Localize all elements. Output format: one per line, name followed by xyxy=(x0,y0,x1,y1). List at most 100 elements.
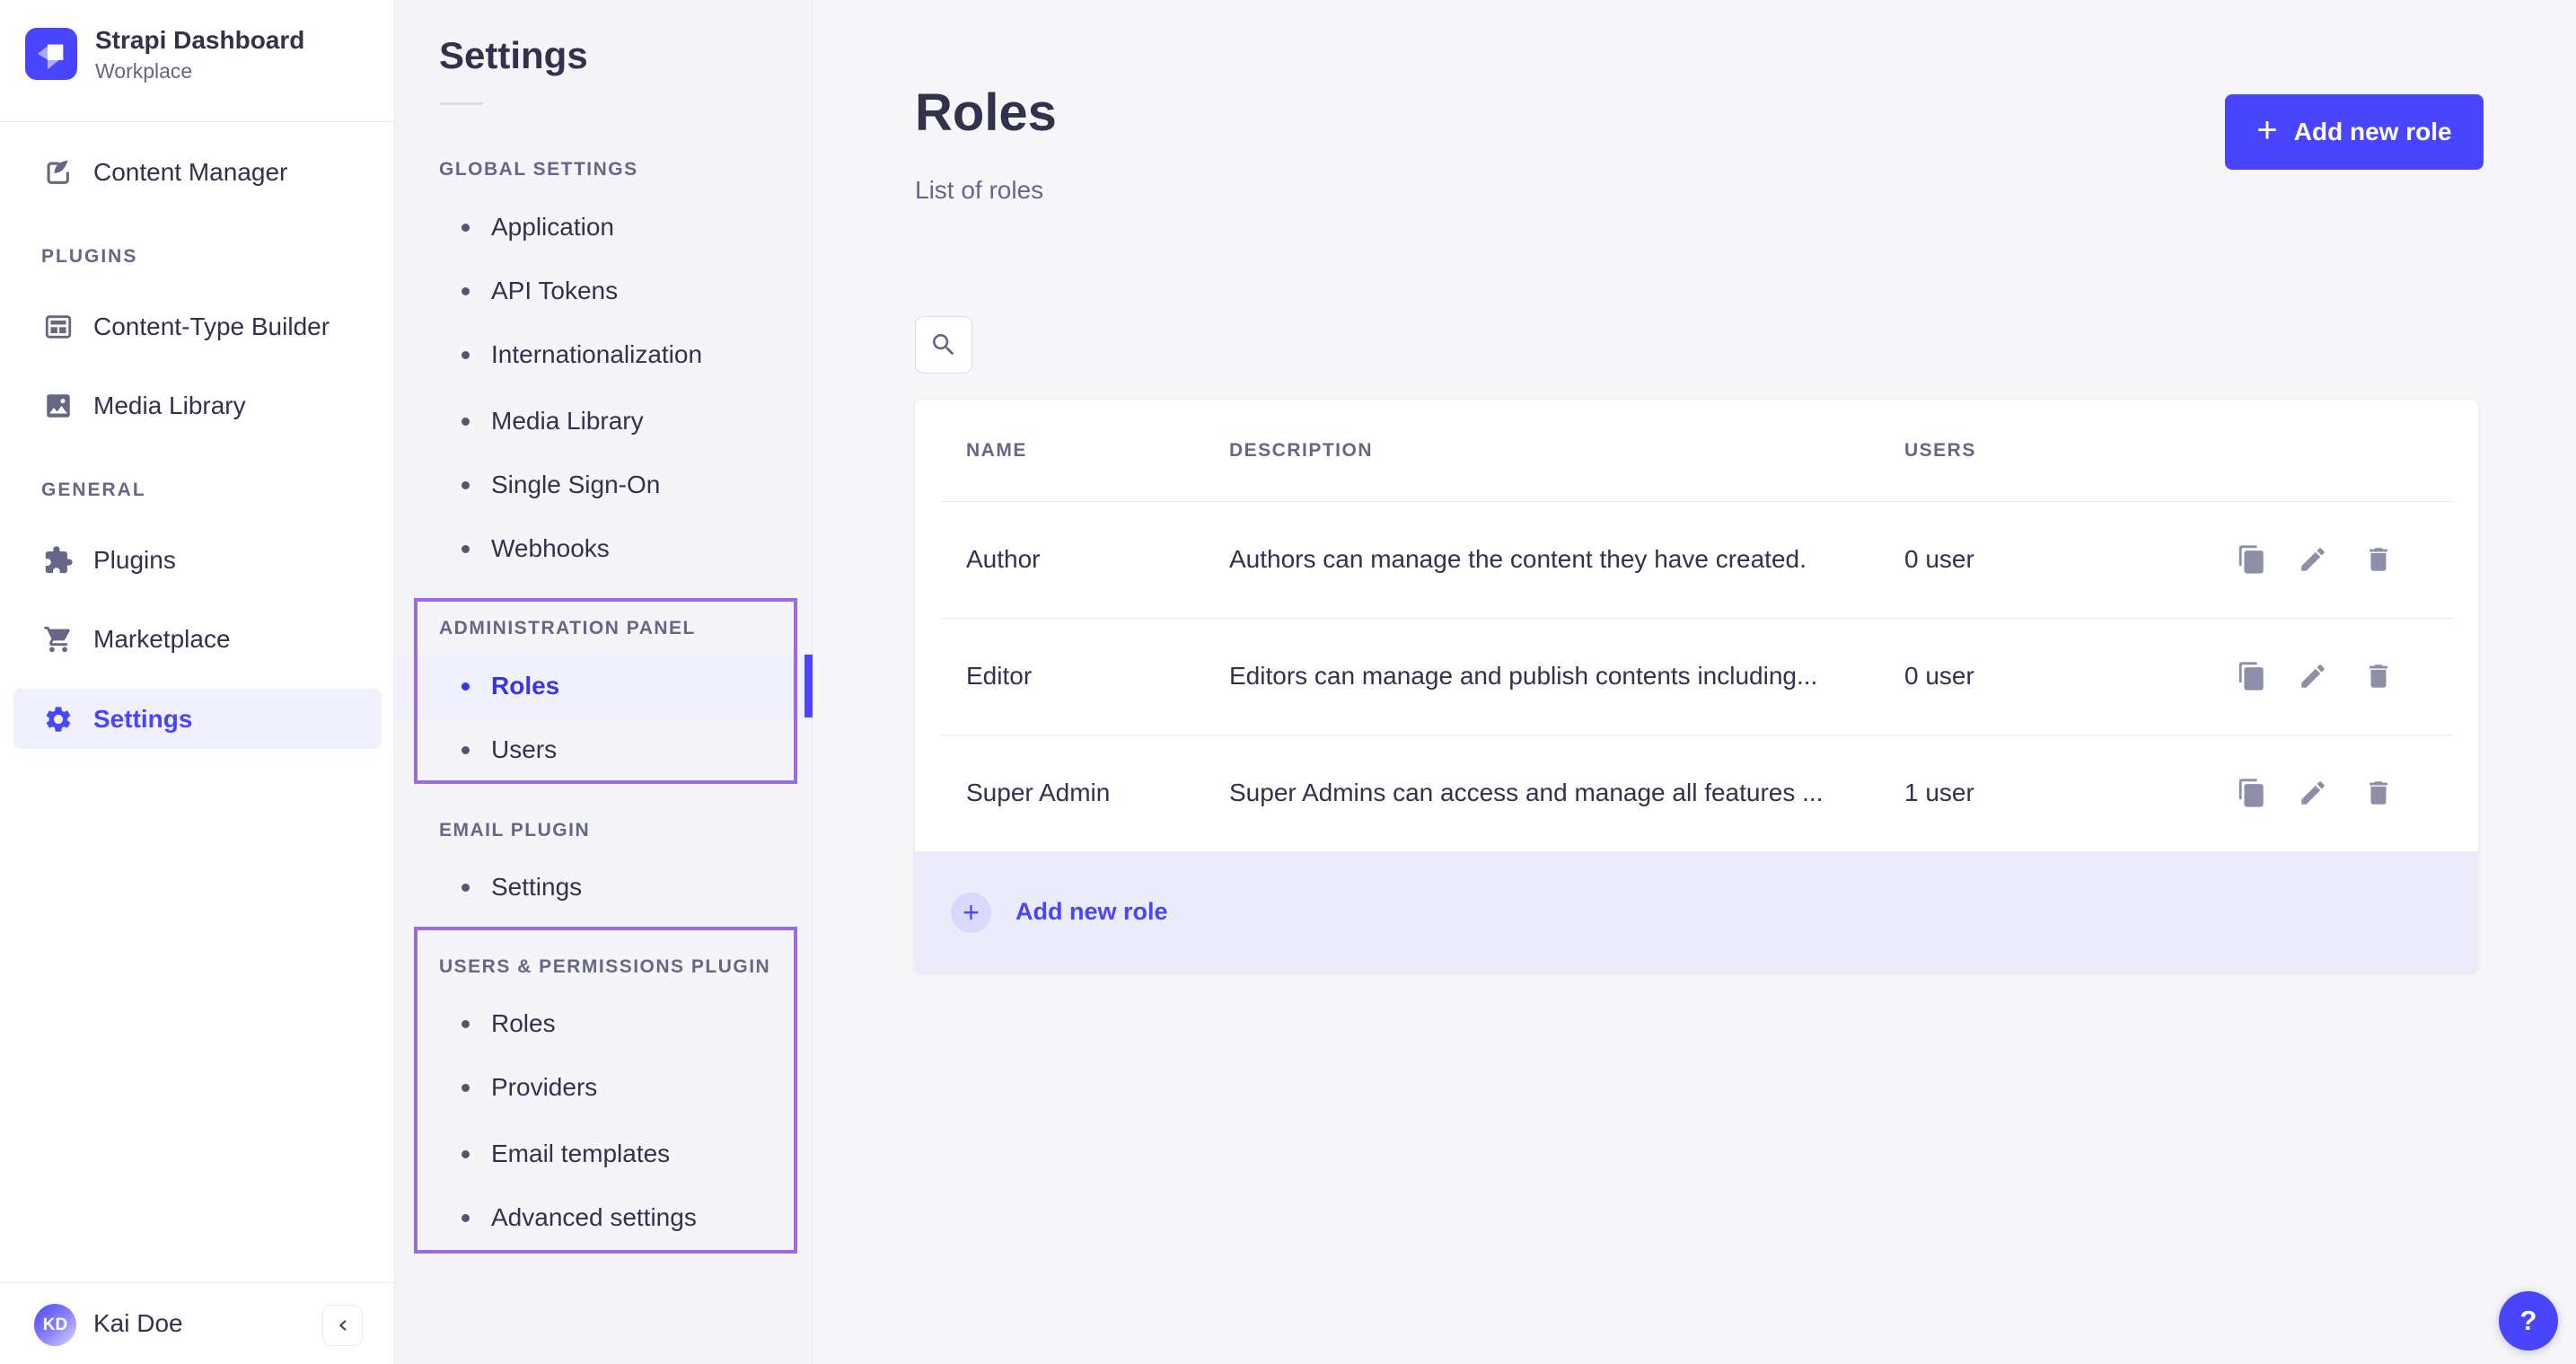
table-row[interactable]: Super Admin Super Admins can access and … xyxy=(915,735,2478,851)
role-users-cell: 1 user xyxy=(1904,779,1974,807)
sidebar-item-marketplace[interactable]: Marketplace xyxy=(0,609,395,670)
strapi-logo-icon xyxy=(25,28,77,80)
role-name-cell: Editor xyxy=(966,662,1032,691)
table-footer-add-role[interactable]: + Add new role xyxy=(915,851,2478,972)
role-description-cell: Authors can manage the content they have… xyxy=(1229,545,1807,574)
duplicate-icon[interactable] xyxy=(2237,778,2267,808)
subnav-item-admin-users[interactable]: Users xyxy=(396,730,813,770)
bullet-icon xyxy=(462,1214,470,1222)
sidebar-section-general-label: GENERAL xyxy=(41,480,146,501)
duplicate-icon[interactable] xyxy=(2237,544,2267,575)
sidebar-item-label: Settings xyxy=(93,705,192,734)
user-name: Kai Doe xyxy=(93,1283,183,1364)
sidebar-item-content-type-builder[interactable]: Content-Type Builder xyxy=(0,296,395,357)
media-library-icon xyxy=(43,391,74,421)
subnav-item-webhooks[interactable]: Webhooks xyxy=(396,529,813,568)
main-content: Roles List of roles + Add new role NAME … xyxy=(813,0,2576,1364)
add-new-role-button-label: Add new role xyxy=(2294,118,2452,146)
bullet-icon xyxy=(462,545,470,553)
avatar: KD xyxy=(34,1304,76,1346)
bullet-icon xyxy=(462,287,470,295)
page-subtitle: List of roles xyxy=(915,176,1043,205)
bullet-icon xyxy=(462,746,470,754)
table-row[interactable]: Author Authors can manage the content th… xyxy=(915,501,2478,618)
plus-icon: + xyxy=(951,893,991,933)
role-name-cell: Super Admin xyxy=(966,779,1110,807)
user-row[interactable]: KD Kai Doe xyxy=(0,1283,395,1364)
workspace-switcher[interactable]: Strapi Dashboard Workplace xyxy=(25,25,304,84)
subnav-title: Settings xyxy=(439,34,588,77)
role-users-cell: 0 user xyxy=(1904,662,1974,691)
help-button[interactable]: ? xyxy=(2499,1291,2558,1351)
marketplace-icon xyxy=(43,624,74,655)
content-type-builder-icon xyxy=(43,312,74,342)
settings-subnav: Settings GLOBAL SETTINGS Application API… xyxy=(396,0,813,1364)
role-description-cell: Editors can manage and publish contents … xyxy=(1229,662,1817,691)
sidebar-item-label: Media Library xyxy=(93,392,246,420)
edit-icon[interactable] xyxy=(2298,661,2328,691)
sidebar-item-label: Content-Type Builder xyxy=(93,312,330,341)
column-header-users: USERS xyxy=(1904,440,1976,462)
sidebar-item-media-library[interactable]: Media Library xyxy=(0,375,395,436)
sidebar-section-plugins-label: PLUGINS xyxy=(41,246,137,268)
bullet-icon xyxy=(462,418,470,426)
add-role-footer-label: Add new role xyxy=(1015,851,1168,972)
sidebar-divider xyxy=(0,121,394,122)
sidebar-item-settings[interactable]: Settings xyxy=(13,689,382,749)
app: Strapi Dashboard Workplace Content Manag… xyxy=(0,0,2576,1364)
subnav-section-email-plugin-label: EMAIL PLUGIN xyxy=(439,820,590,841)
bullet-icon xyxy=(462,884,470,892)
delete-icon[interactable] xyxy=(2363,544,2394,575)
settings-icon xyxy=(43,704,74,735)
bullet-icon xyxy=(462,351,470,359)
bullet-icon xyxy=(462,224,470,232)
plus-icon: + xyxy=(2256,112,2277,148)
plugins-icon xyxy=(43,545,74,576)
subnav-title-divider xyxy=(440,102,483,105)
sidebar-item-label: Content Manager xyxy=(93,158,287,187)
brand-workspace: Workplace xyxy=(95,59,304,84)
delete-icon[interactable] xyxy=(2363,661,2394,691)
column-header-description: DESCRIPTION xyxy=(1229,440,1373,462)
subnav-section-global-settings-label: GLOBAL SETTINGS xyxy=(439,159,638,180)
duplicate-icon[interactable] xyxy=(2237,661,2267,691)
content-manager-icon xyxy=(43,157,74,188)
chevron-left-icon xyxy=(333,1316,353,1335)
sidebar-item-content-manager[interactable]: Content Manager xyxy=(0,142,395,203)
role-users-cell: 0 user xyxy=(1904,545,1974,574)
search-button[interactable] xyxy=(915,316,972,374)
subnav-item-single-sign-on[interactable]: Single Sign-On xyxy=(396,465,813,505)
sidebar-item-label: Plugins xyxy=(93,546,176,575)
bullet-icon xyxy=(462,682,470,691)
delete-icon[interactable] xyxy=(2363,778,2394,808)
search-icon xyxy=(929,330,958,359)
subnav-item-up-roles[interactable]: Roles xyxy=(396,1004,813,1043)
subnav-item-up-advanced-settings[interactable]: Advanced settings xyxy=(396,1198,813,1237)
bullet-icon xyxy=(462,1150,470,1158)
subnav-item-up-providers[interactable]: Providers xyxy=(396,1068,813,1107)
subnav-item-internationalization[interactable]: Internationalization xyxy=(396,335,813,374)
subnav-item-up-email-templates[interactable]: Email templates xyxy=(396,1134,813,1174)
role-name-cell: Author xyxy=(966,545,1041,574)
bullet-icon xyxy=(462,1084,470,1092)
roles-table-card: NAME DESCRIPTION USERS Author Authors ca… xyxy=(915,400,2478,972)
page-title: Roles xyxy=(915,83,1057,143)
column-header-name: NAME xyxy=(966,440,1027,462)
role-description-cell: Super Admins can access and manage all f… xyxy=(1229,779,1824,807)
subnav-item-email-settings[interactable]: Settings xyxy=(396,867,813,907)
collapse-sidebar-button[interactable] xyxy=(322,1305,363,1346)
edit-icon[interactable] xyxy=(2298,778,2328,808)
add-new-role-button[interactable]: + Add new role xyxy=(2225,94,2484,170)
bullet-icon xyxy=(462,1020,470,1028)
sidebar-item-plugins[interactable]: Plugins xyxy=(0,530,395,591)
subnav-item-api-tokens[interactable]: API Tokens xyxy=(396,271,813,311)
subnav-item-application[interactable]: Application xyxy=(396,207,813,247)
brand-name: Strapi Dashboard xyxy=(95,25,304,56)
sidebar-item-label: Marketplace xyxy=(93,625,231,654)
subnav-section-administration-panel-label: ADMINISTRATION PANEL xyxy=(439,618,696,639)
subnav-item-admin-roles[interactable]: Roles xyxy=(396,666,813,706)
bullet-icon xyxy=(462,481,470,489)
edit-icon[interactable] xyxy=(2298,544,2328,575)
subnav-item-media-library[interactable]: Media Library xyxy=(396,401,813,441)
table-row[interactable]: Editor Editors can manage and publish co… xyxy=(915,618,2478,735)
